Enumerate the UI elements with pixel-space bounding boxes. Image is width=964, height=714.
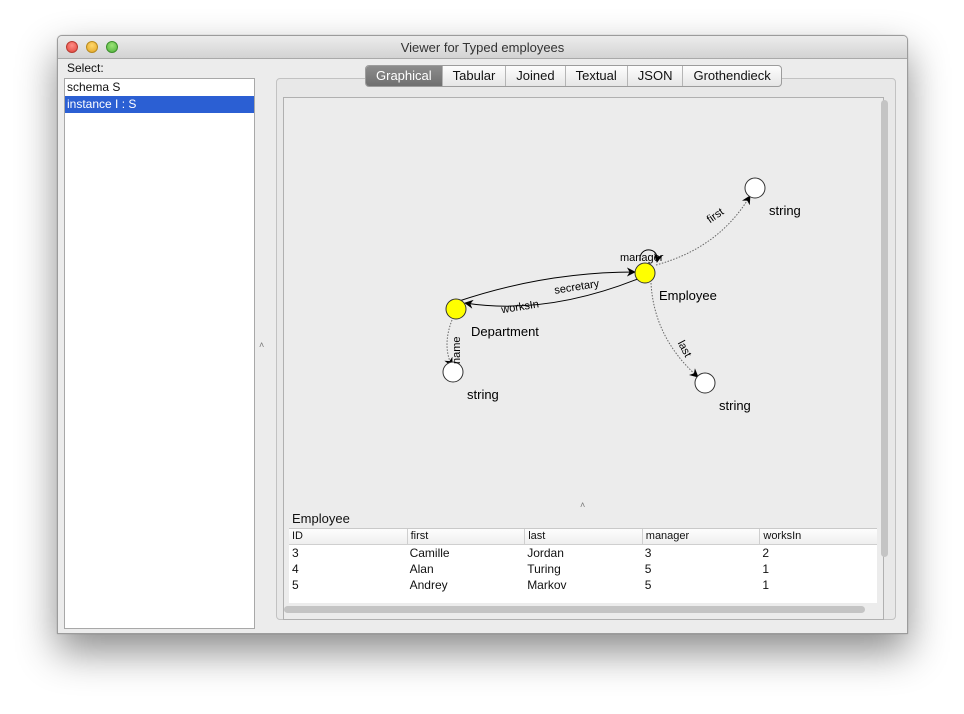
- tab-textual[interactable]: Textual: [564, 66, 627, 86]
- employee-table: ID first last manager worksIn 3 Camille …: [289, 528, 877, 603]
- table-cell: Markov: [527, 578, 567, 592]
- title-bar: Viewer for Typed employees: [58, 36, 907, 59]
- column-header-worksin[interactable]: worksIn: [759, 529, 877, 544]
- label-string-first: string: [769, 203, 801, 218]
- table-cell: 4: [292, 562, 299, 576]
- tab-joined[interactable]: Joined: [505, 66, 564, 86]
- table-cell: 3: [292, 546, 299, 560]
- node-string-name[interactable]: [442, 361, 464, 383]
- view-tabs: Graphical Tabular Joined Textual JSON Gr…: [365, 65, 782, 87]
- divider-arrow-icon[interactable]: ˄: [580, 500, 585, 508]
- list-item-schema[interactable]: schema S: [65, 79, 254, 96]
- table-row[interactable]: 4 Alan Turing 5 1: [289, 561, 877, 577]
- table-cell: Alan: [409, 562, 434, 576]
- split-pane-arrow-icon[interactable]: ˄: [259, 340, 264, 350]
- vertical-scrollbar[interactable]: [881, 100, 888, 557]
- node-string-last[interactable]: [694, 372, 716, 394]
- table-cell: 5: [644, 562, 652, 576]
- graph-content-area: Department Employee string string string…: [283, 97, 888, 620]
- label-string-name: string: [467, 387, 499, 402]
- table-row[interactable]: 3 Camille Jordan 3 2: [289, 545, 877, 561]
- edge-first: [655, 195, 751, 266]
- horizontal-scrollbar[interactable]: [284, 606, 865, 613]
- viewer-window: Viewer for Typed employees Select: schem…: [57, 35, 908, 634]
- window-title: Viewer for Typed employees: [400, 40, 565, 55]
- schema-graph[interactable]: Department Employee string string string…: [284, 98, 880, 508]
- tab-tabular[interactable]: Tabular: [441, 66, 506, 86]
- select-label: Select:: [67, 61, 104, 75]
- label-edge-name: name: [451, 336, 463, 364]
- label-edge-first: first: [705, 206, 726, 226]
- label-edge-last: last: [675, 339, 694, 360]
- list-item-instance[interactable]: instance I : S: [65, 96, 254, 113]
- table-title: Employee: [292, 511, 350, 526]
- table-header: ID first last manager worksIn: [289, 529, 877, 545]
- column-header-id[interactable]: ID: [289, 529, 407, 544]
- tab-grothendieck[interactable]: Grothendieck: [682, 66, 780, 86]
- column-header-last[interactable]: last: [524, 529, 642, 544]
- table-cell: 2: [762, 546, 770, 560]
- label-string-last: string: [719, 398, 751, 413]
- edge-secretary: [455, 267, 636, 303]
- table-cell: Turing: [527, 562, 561, 576]
- table-cell: Camille: [409, 546, 450, 560]
- label-edge-manager: manager: [620, 252, 664, 264]
- node-string-first[interactable]: [744, 177, 766, 199]
- label-department: Department: [471, 324, 539, 339]
- table-row[interactable]: 5 Andrey Markov 5 1: [289, 577, 877, 593]
- table-cell: Jordan: [527, 546, 564, 560]
- node-department[interactable]: [445, 298, 467, 320]
- label-edge-worksin: worksIn: [499, 298, 539, 316]
- table-cell: Andrey: [409, 578, 448, 592]
- table-cell: 1: [762, 578, 770, 592]
- tab-graphical[interactable]: Graphical: [366, 66, 442, 86]
- column-header-first[interactable]: first: [406, 529, 525, 544]
- selection-list[interactable]: schema S instance I : S: [64, 78, 255, 629]
- label-employee: Employee: [659, 288, 717, 303]
- table-cell: 1: [762, 562, 770, 576]
- column-header-manager[interactable]: manager: [641, 529, 760, 544]
- node-employee[interactable]: [634, 262, 656, 284]
- table-cell: 5: [644, 578, 652, 592]
- table-cell: 3: [644, 546, 652, 560]
- table-cell: 5: [292, 578, 299, 592]
- tab-json[interactable]: JSON: [626, 66, 683, 86]
